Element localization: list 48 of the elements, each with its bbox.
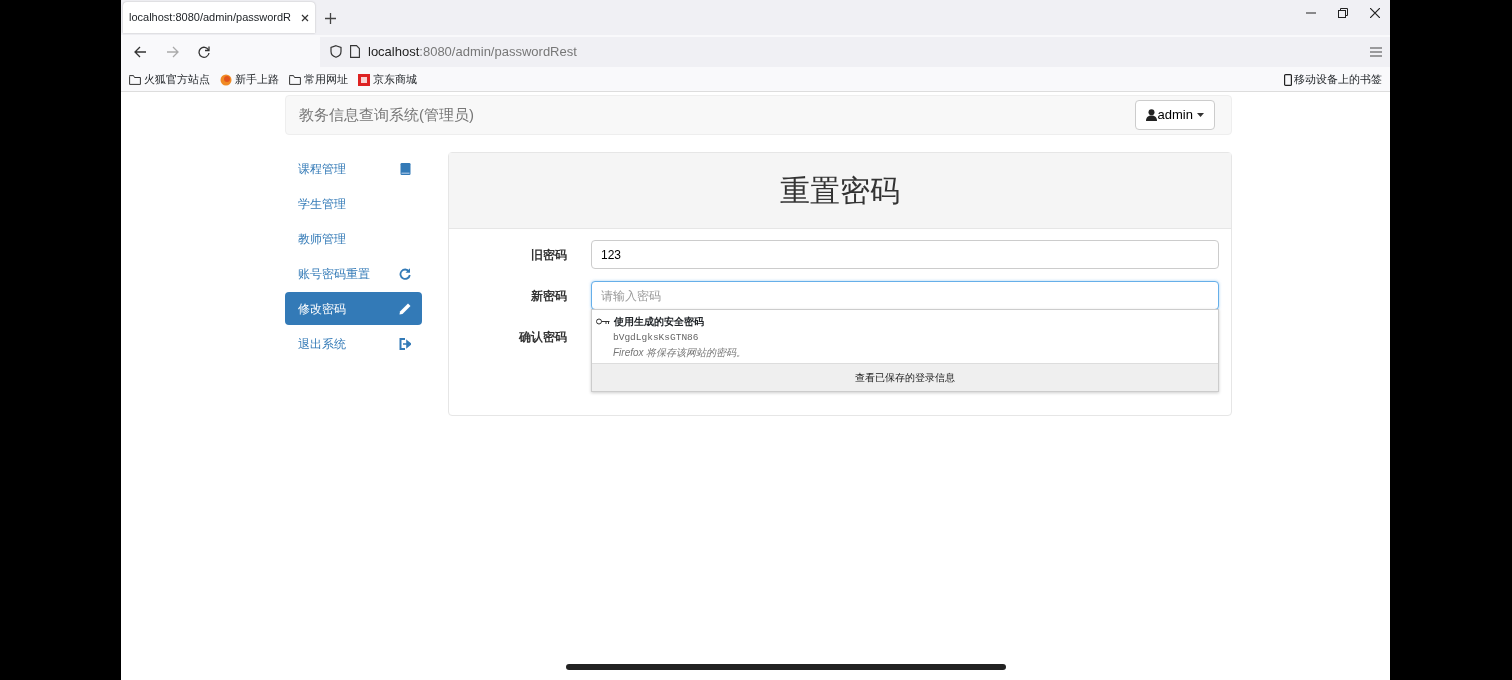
folder-icon — [289, 73, 301, 86]
refresh-icon — [399, 267, 411, 280]
bookmark-item[interactable]: 新手上路 — [220, 71, 279, 88]
user-icon — [1145, 109, 1157, 121]
saved-logins-button[interactable]: 查看已保存的登录信息 — [592, 363, 1218, 392]
user-menu-button[interactable]: admin — [1134, 100, 1215, 130]
globe-icon — [220, 73, 232, 86]
panel-title: 重置密码 — [449, 153, 1231, 229]
sidebar-item[interactable]: 退出系统 — [285, 327, 422, 360]
phone-icon — [1284, 73, 1292, 86]
bookmark-item[interactable]: 火狐官方站点 — [129, 71, 210, 88]
suggestion-title: 使用生成的安全密码 — [614, 315, 704, 329]
page-icon — [350, 45, 360, 58]
suggestion-note: Firefox 将保存该网站的密码。 — [612, 346, 748, 361]
field-label: 新密码 — [530, 287, 567, 305]
restore-icon[interactable] — [1338, 8, 1348, 18]
url-text: localhost:8080/admin/passwordRest — [368, 42, 577, 61]
folder-icon — [129, 73, 141, 86]
sidebar-item[interactable]: 账号密码重置 — [285, 257, 422, 290]
logout-icon — [399, 337, 411, 350]
close-icon[interactable] — [301, 13, 309, 22]
sidebar-item[interactable]: 教师管理 — [285, 222, 422, 255]
tab-title: localhost:8080/admin/passwordR — [129, 10, 293, 26]
field-label: 确认密码 — [517, 328, 567, 346]
book-icon — [400, 162, 411, 175]
sidebar-item[interactable]: 学生管理 — [285, 187, 422, 220]
reload-icon[interactable] — [198, 45, 210, 58]
input-field[interactable]: 123 — [591, 240, 1219, 269]
back-icon[interactable] — [134, 45, 147, 58]
input-field[interactable]: 请输入密码 — [591, 281, 1219, 310]
plus-icon[interactable] — [325, 13, 336, 24]
browser-tab[interactable]: localhost:8080/admin/passwordR — [123, 2, 315, 33]
field-label: 旧密码 — [530, 246, 567, 264]
sidebar-item[interactable]: 修改密码 — [285, 292, 422, 325]
brand-title[interactable]: 教务信息查询系统(管理员) — [299, 103, 474, 127]
shield-icon — [330, 45, 342, 58]
address-bar[interactable]: localhost:8080/admin/passwordRest — [320, 36, 1390, 67]
caret-icon — [1197, 113, 1204, 117]
close-icon[interactable] — [1370, 8, 1380, 18]
bookmark-item[interactable]: 常用网址 — [289, 71, 348, 88]
key-icon — [596, 318, 610, 325]
sidebar-item[interactable]: 课程管理 — [285, 152, 422, 185]
bookmark-item[interactable]: 移动设备上的书签 — [1284, 71, 1382, 88]
shop-icon — [358, 73, 370, 86]
forward-icon — [166, 45, 179, 58]
bookmark-item[interactable]: 京东商城 — [358, 71, 417, 88]
generated-password: bVgdLgksKsGTN86 — [612, 331, 700, 345]
pencil-icon — [399, 302, 411, 315]
